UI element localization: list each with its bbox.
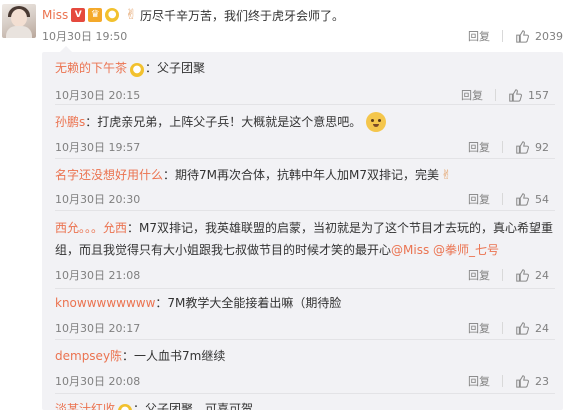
username-link[interactable]: knowwwwwwww [55,296,155,310]
victory-hand-icon: ✌ [441,168,452,183]
main-comment-line: Miss V ♛ ● ✌ 历尽千辛万苦，我们终于虎牙会师了。 [42,7,344,23]
like-button[interactable]: 23 [515,374,549,388]
reply-button[interactable]: 回复 [468,191,490,207]
replies-panel: 无赖的下午茶 ● ：父子团聚 10月30日 20:15 回复 157 孙鹏s ：打虎亲… [42,46,563,410]
username-link[interactable]: 无赖的下午茶 [55,61,127,75]
verified-badge-icon[interactable]: V [71,8,86,22]
divider [55,158,555,159]
thumbs-up-icon [516,193,529,206]
username-link[interactable]: dempsey陈 [55,349,122,363]
like-count: 2039 [535,29,563,43]
reply-button[interactable]: 回复 [468,139,490,155]
reply-actions: 回复 92 [468,139,549,155]
reply-text: ：M7双排记，我英雄联盟的启蒙，当初就是为了这个节目才去玩的，真心希望重 [127,221,554,235]
thumbs-up-icon [516,269,529,282]
reply-text: ：父子团聚 [145,61,206,75]
reply-text: 组，而且我觉得只有大小姐跟我七叔做节目的时候才笑的最开心 [55,243,392,257]
thumbs-up-icon [516,322,529,335]
username-link[interactable]: 名字还没想好用什么 [55,168,163,182]
divider [502,375,503,387]
doge-face-icon [366,112,387,132]
reply-text: ：父子团聚，可喜可贺 [133,402,254,410]
divider [502,30,503,42]
username-link[interactable]: 孙鹏s [55,111,85,133]
like-count: 24 [535,268,549,282]
like-button[interactable]: 24 [515,321,549,335]
reply-time: 10月30日 20:15 [55,89,141,102]
reply-actions: 回复 54 [468,191,549,207]
reply-time: 10月30日 20:17 [55,322,141,335]
divider [55,393,555,394]
member-badge-icon[interactable]: ● [130,63,145,77]
mention-link[interactable]: @拳师_七号 [433,243,499,257]
reply-content: knowwwwwwww：7M教学大全能接着出嘛（期待脸 [55,292,549,314]
reply-text: ：期待7M再次合体，抗韩中年人加M7双排记，完美 [163,168,439,182]
like-button[interactable]: 2039 [515,29,563,43]
comment-time: 10月30日 19:50 [42,30,128,43]
reply-content: 名字还没想好用什么：期待7M再次合体，抗韩中年人加M7双排记，完美 ✌ [55,164,549,187]
reply-actions: 回复 24 [468,320,549,336]
reply-text: ：7M教学大全能接着出嘛（期待脸 [155,296,342,310]
reply-time: 10月30日 19:57 [55,141,141,154]
member-badge-icon[interactable]: ● [118,404,133,410]
thumbs-up-icon [509,89,522,102]
reply-content: 无赖的下午茶 ● ：父子团聚 [55,57,549,79]
thumbs-up-icon [516,141,529,154]
victory-hand-icon: ✌ [125,7,137,23]
divider [502,322,503,334]
like-button[interactable]: 157 [508,88,549,102]
divider [502,193,503,205]
divider [495,89,496,101]
thumbs-up-icon [516,30,529,43]
reply-button[interactable]: 回复 [468,28,490,44]
reply-text: ：打虎亲兄弟，上阵父子兵！大概就是这个意思吧。 [85,115,362,129]
like-button[interactable]: 24 [515,268,549,282]
comment-text: 历尽千辛万苦，我们终于虎牙会师了。 [139,8,344,23]
comment-actions: 回复 2039 [468,28,563,44]
reply-actions: 回复 23 [468,373,549,389]
reply-actions: 回复 24 [468,267,549,283]
avatar[interactable] [2,4,36,38]
thumbs-up-icon [516,375,529,388]
divider [55,288,555,289]
divider [55,339,555,340]
divider [502,141,503,153]
like-count: 54 [535,192,549,206]
divider [55,104,555,105]
like-count: 92 [535,140,549,154]
username-link[interactable]: Miss [42,8,68,22]
like-count: 23 [535,374,549,388]
main-comment: Miss V ♛ ● ✌ 历尽千辛万苦，我们终于虎牙会师了。 10月30日 19… [0,0,567,58]
username-link[interactable]: 西允。。。允西 [55,221,127,235]
reply-button[interactable]: 回复 [468,320,490,336]
crown-badge-icon[interactable]: ♛ [88,8,103,22]
member-badge-icon[interactable]: ● [105,8,120,22]
reply-text: ：一人血书7m继续 [122,349,226,363]
like-button[interactable]: 92 [515,140,549,154]
mention-link[interactable]: @Miss [391,243,429,257]
reply-button[interactable]: 回复 [468,373,490,389]
divider [502,269,503,281]
username-link[interactable]: 淡某汁红收 [55,402,115,410]
reply-content: 淡某汁红收●：父子团聚，可喜可贺 [55,398,549,410]
reply-content: 孙鹏s ：打虎亲兄弟，上阵父子兵！大概就是这个意思吧。 [55,111,549,133]
reply-content: dempsey陈：一人血书7m继续 [55,345,549,367]
reply-time: 10月30日 20:30 [55,193,141,206]
like-count: 24 [535,321,549,335]
like-count: 157 [528,88,549,102]
reply-button[interactable]: 回复 [468,267,490,283]
reply-time: 10月30日 21:08 [55,269,141,282]
reply-actions: 回复 157 [461,87,549,103]
like-button[interactable]: 54 [515,192,549,206]
reply-time: 10月30日 20:08 [55,375,141,388]
divider [55,210,555,211]
reply-button[interactable]: 回复 [461,87,483,103]
reply-content: 西允。。。允西：M7双排记，我英雄联盟的启蒙，当初就是为了这个节目才去玩的，真心… [55,217,553,261]
